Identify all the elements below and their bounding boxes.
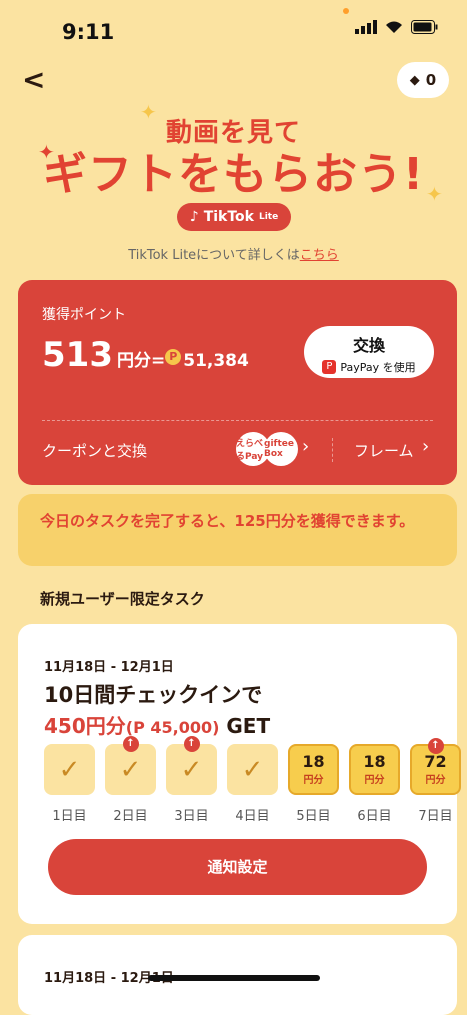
tiktok-lite-logo: ♪ TikTok Lite xyxy=(177,203,291,231)
status-icons xyxy=(355,20,439,34)
task-card: 11月18日 - 12月1日 10日間チェックインで 450円分(P 45,00… xyxy=(18,624,461,924)
task-title: 10日間チェックインで xyxy=(44,683,263,707)
section-title: 新規ユーザー限定タスク xyxy=(40,590,205,608)
status-dot xyxy=(343,8,349,14)
signal-icon xyxy=(355,20,377,34)
badge-count: 0 xyxy=(425,71,437,89)
diamond-icon: ◆ xyxy=(409,72,420,88)
giftee-icons: えらべるPay giftee Box xyxy=(236,432,298,466)
chevron-right-icon[interactable]: › xyxy=(422,436,429,457)
points-label: 獲得ポイント xyxy=(42,307,126,323)
paypay-icon: P xyxy=(322,360,337,374)
exchange-button[interactable]: 交換 P PayPay を使用 xyxy=(304,326,434,378)
check-icon: ✓ xyxy=(119,754,142,785)
day-item: ✓ 1日目 xyxy=(44,744,95,824)
brand-name: TikTok xyxy=(203,209,254,225)
checkin-days: ✓ 1日目 ↑ ✓ 2日目 ↑ ✓ 3日目 ✓ 4日目 18 円分 5日目 18 円分 … xyxy=(44,736,461,824)
daily-task-banner: 今日のタスクを完了すると、125円分を獲得できます。 xyxy=(18,494,457,566)
check-icon: ✓ xyxy=(241,754,264,785)
info-link[interactable]: こちら xyxy=(300,248,339,263)
day-item: ↑ ✓ 2日目 xyxy=(105,736,156,824)
divider xyxy=(42,420,433,421)
home-indicator xyxy=(148,975,320,981)
brand-sub: Lite xyxy=(258,212,279,222)
day-item: ✓ 4日目 xyxy=(227,744,278,824)
boost-icon: ↑ xyxy=(122,736,139,752)
task-reward: 450円分(P 45,000) GET xyxy=(44,714,271,738)
boost-icon: ↑ xyxy=(427,738,444,754)
notification-settings-button[interactable]: 通知設定 xyxy=(48,839,427,895)
giftee-box-icon: giftee Box xyxy=(264,432,298,466)
day-item: 18 円分 6日目 xyxy=(349,744,400,824)
chevron-right-icon[interactable]: › xyxy=(302,436,309,457)
frame-link[interactable]: フレーム xyxy=(354,440,414,461)
boost-icon: ↑ xyxy=(183,736,200,752)
day-item: 18 円分 5日目 xyxy=(288,744,339,824)
back-button[interactable]: < xyxy=(22,66,45,94)
coupon-link[interactable]: クーポンと交換 xyxy=(42,440,147,461)
status-time: 9:11 xyxy=(62,20,115,44)
points-value: 513 円分= P 51,384 xyxy=(42,335,249,375)
coin-icon: P xyxy=(165,348,182,365)
check-icon: ✓ xyxy=(58,754,81,785)
info-text: TikTok Liteについて詳しくはこちら xyxy=(128,248,339,263)
check-icon: ✓ xyxy=(180,754,203,785)
day-item: ↑ 72 円分 7日目 xyxy=(410,738,461,824)
tiktok-icon: ♪ xyxy=(189,209,199,225)
wifi-icon xyxy=(386,21,402,33)
divider xyxy=(332,438,333,462)
hero-title-line2: ギフトをもらおう! xyxy=(42,149,425,200)
points-badge[interactable]: ◆ 0 xyxy=(397,62,449,98)
task-date: 11月18日 - 12月1日 xyxy=(44,660,174,675)
battery-icon xyxy=(411,20,438,34)
points-card: 獲得ポイント 513 円分= P 51,384 交換 P PayPay を使用 クーポン… xyxy=(18,280,457,485)
day-item: ↑ ✓ 3日目 xyxy=(166,736,217,824)
